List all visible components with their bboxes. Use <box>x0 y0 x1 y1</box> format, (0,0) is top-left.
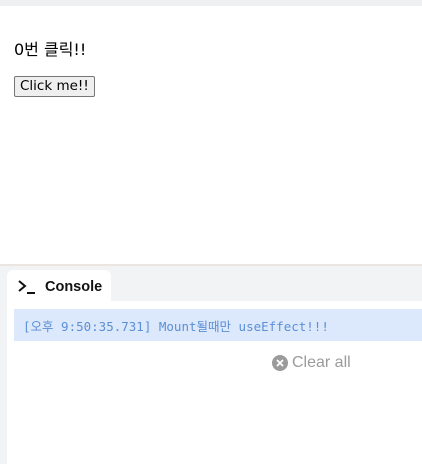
click-count-text: 0번 클릭!! <box>14 40 87 59</box>
close-circle-icon <box>272 355 288 371</box>
console-panel: [오후 9:50:35.731] Mount될때만 useEffect!!! C… <box>7 301 422 464</box>
preview-pane: 0번 클릭!! Click me!! <box>0 6 422 264</box>
console-area: Console [오후 9:50:35.731] Mount될때만 useEff… <box>0 266 422 464</box>
click-me-button[interactable]: Click me!! <box>14 76 95 97</box>
tab-console-label: Console <box>45 278 103 295</box>
tab-console[interactable]: Console <box>7 270 111 303</box>
clear-all-button[interactable]: Clear all <box>272 354 351 372</box>
clear-all-label: Clear all <box>292 354 351 371</box>
console-log-text: [오후 9:50:35.731] Mount될때만 useEffect!!! <box>23 318 329 334</box>
console-log-row: [오후 9:50:35.731] Mount될때만 useEffect!!! <box>14 309 422 341</box>
terminal-prompt-icon <box>17 279 37 295</box>
